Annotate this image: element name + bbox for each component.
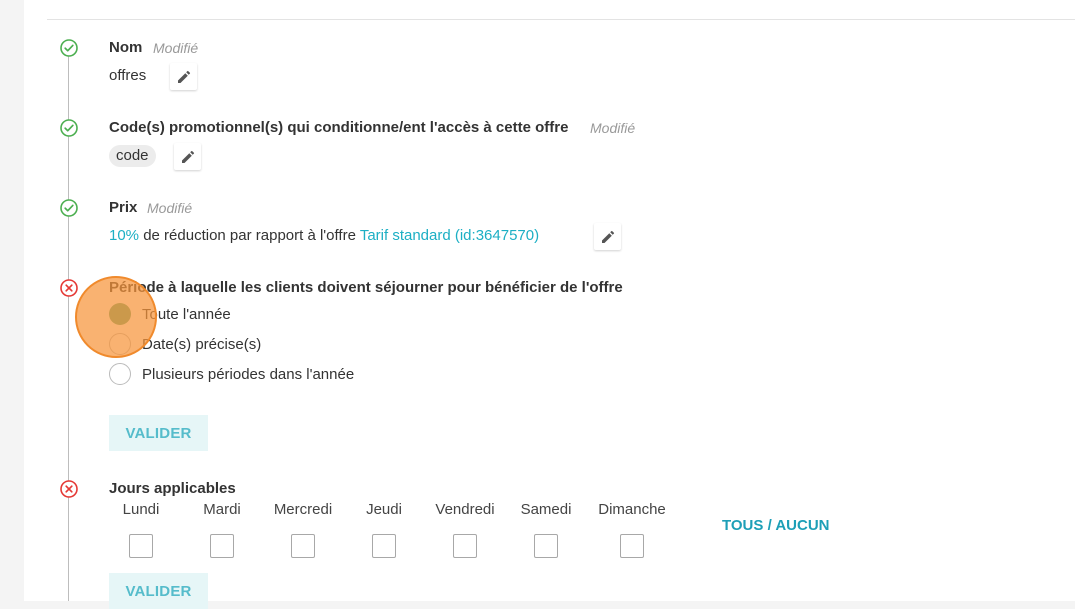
day-label: Samedi: [520, 501, 572, 518]
day-label: Mardi: [203, 501, 241, 518]
pencil-icon: [601, 230, 614, 243]
section-title-prix: Prix: [109, 199, 138, 216]
day-jeudi: Jeudi: [354, 500, 414, 558]
pencil-icon: [181, 150, 194, 163]
radio-circle[interactable]: [109, 333, 131, 355]
day-label: Dimanche: [598, 501, 666, 518]
modified-tag-codes: Modifié: [590, 120, 636, 136]
valider-periode-button[interactable]: VALIDER: [109, 415, 208, 451]
day-checkbox-lundi[interactable]: [129, 534, 153, 558]
radio-circle[interactable]: [109, 363, 131, 385]
day-lundi: Lundi: [110, 500, 172, 558]
section-title-periode: Période à laquelle les clients doivent s…: [109, 279, 623, 296]
promo-code-chip: code: [109, 145, 156, 167]
radio-toute-annee[interactable]: Toute l'année: [109, 302, 231, 326]
edit-nom-button[interactable]: [170, 63, 197, 90]
x-circle-icon: [60, 279, 78, 297]
edit-codes-button[interactable]: [174, 143, 201, 170]
day-checkbox-samedi[interactable]: [534, 534, 558, 558]
day-checkbox-mercredi[interactable]: [291, 534, 315, 558]
radio-plusieurs-periodes[interactable]: Plusieurs périodes dans l'année: [109, 362, 354, 386]
day-checkbox-dimanche[interactable]: [620, 534, 644, 558]
day-checkbox-jeudi[interactable]: [372, 534, 396, 558]
radio-label: Date(s) précise(s): [142, 335, 262, 353]
prix-description: 10% de réduction par rapport à l'offre T…: [109, 227, 539, 244]
day-label: Jeudi: [366, 501, 402, 518]
nom-value: offres: [109, 67, 147, 84]
radio-circle[interactable]: [109, 303, 131, 325]
radio-label: Toute l'année: [142, 305, 231, 323]
modified-tag-prix: Modifié: [147, 200, 193, 216]
section-title-jours: Jours applicables: [109, 480, 236, 497]
day-mercredi: Mercredi: [263, 500, 343, 558]
modified-tag-nom: Modifié: [153, 40, 199, 56]
check-circle-icon: [60, 119, 78, 137]
toggle-all-days-button[interactable]: TOUS / AUCUN: [722, 517, 830, 534]
day-vendredi: Vendredi: [425, 500, 505, 558]
edit-prix-button[interactable]: [594, 223, 621, 250]
day-label: Mercredi: [273, 501, 333, 518]
reference-offer-link[interactable]: Tarif standard (id:3647570): [360, 227, 539, 244]
pencil-icon: [177, 70, 190, 83]
day-checkbox-vendredi[interactable]: [453, 534, 477, 558]
day-samedi: Samedi: [512, 500, 580, 558]
section-title-nom: Nom: [109, 39, 143, 56]
x-circle-icon: [60, 480, 78, 498]
radio-dates-precises[interactable]: Date(s) précise(s): [109, 332, 261, 356]
radio-label: Plusieurs périodes dans l'année: [142, 365, 355, 383]
check-circle-icon: [60, 39, 78, 57]
day-label: Vendredi: [435, 501, 495, 518]
day-mardi: Mardi: [191, 500, 253, 558]
check-circle-icon: [60, 199, 78, 217]
day-dimanche: Dimanche: [591, 500, 673, 558]
section-title-codes: Code(s) promotionnel(s) qui conditionne/…: [109, 119, 569, 136]
discount-percent: 10%: [109, 227, 140, 244]
prix-middle-text: de réduction par rapport à l'offre: [139, 227, 360, 244]
top-divider: [47, 19, 1075, 20]
valider-jours-button[interactable]: VALIDER: [109, 573, 208, 609]
day-checkbox-mardi[interactable]: [210, 534, 234, 558]
day-label: Lundi: [122, 501, 160, 518]
